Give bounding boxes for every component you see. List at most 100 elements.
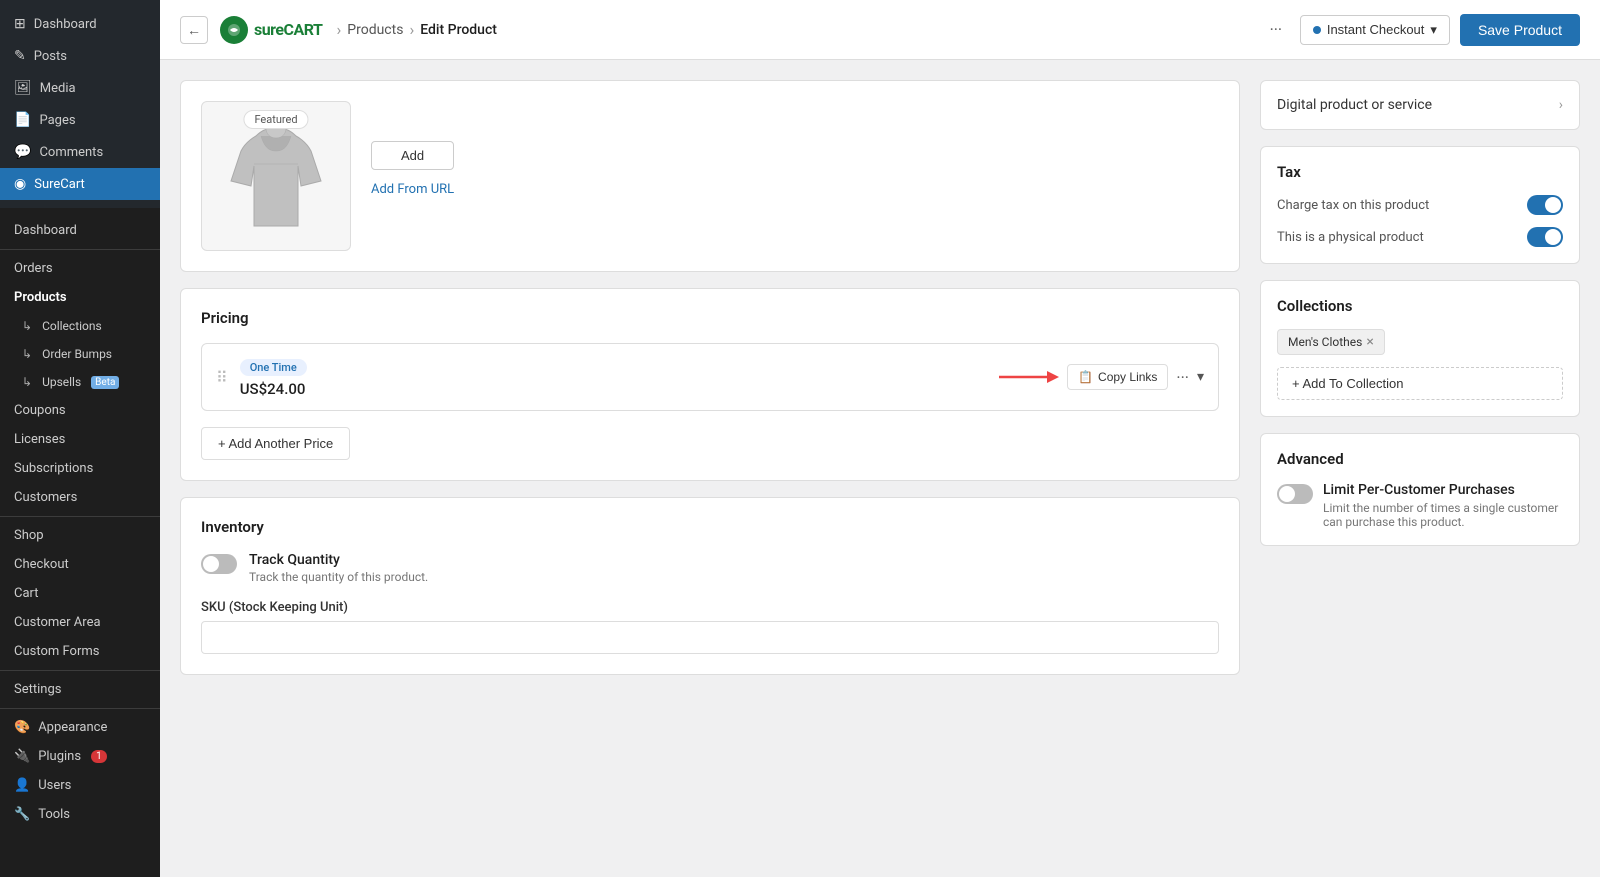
add-collection-button[interactable]: + Add To Collection [1277,367,1563,400]
sidebar-item-subscriptions[interactable]: Subscriptions [0,454,160,483]
beta-badge: Beta [91,376,119,389]
sidebar-item-surecart[interactable]: ◉ SureCart [0,168,160,200]
users-icon: 👤 [14,778,30,793]
price-expand-button[interactable]: ▾ [1197,369,1204,385]
breadcrumb-products[interactable]: Products [347,22,403,38]
sidebar-item-sc-dashboard[interactable]: Dashboard [0,216,160,245]
plugins-badge: 1 [91,750,107,763]
instant-checkout-button[interactable]: Instant Checkout ▾ [1300,15,1450,45]
sidebar-item-users[interactable]: 👤 Users [0,771,160,800]
advanced-title: Advanced [1277,450,1563,468]
limit-purchases-toggle[interactable] [1277,484,1313,504]
sku-input[interactable] [201,621,1219,654]
sidebar-item-tools[interactable]: 🔧 Tools [0,800,160,829]
sidebar-item-custom-forms[interactable]: Custom Forms [0,637,160,666]
add-image-button[interactable]: Add [371,141,454,170]
sidebar-item-orders[interactable]: Orders [0,254,160,283]
charge-tax-label: Charge tax on this product [1277,198,1429,213]
surecart-icon: ◉ [14,176,26,192]
save-product-button[interactable]: Save Product [1460,14,1580,46]
price-actions: 📋 Copy Links ··· ▾ [999,364,1204,390]
back-button[interactable]: ← [180,16,208,44]
collection-tag: Men's Clothes × [1277,329,1385,355]
arrow-indicator [999,365,1059,389]
tools-icon: 🔧 [14,807,30,822]
sidebar-item-plugins[interactable]: 🔌 Plugins 1 [0,742,160,771]
plugins-icon: 🔌 [14,749,30,764]
digital-product-card: Digital product or service › [1260,80,1580,130]
sidebar-item-upsells[interactable]: ↳ Upsells Beta [0,368,160,396]
add-price-button[interactable]: + Add Another Price [201,427,350,460]
sidebar-item-appearance[interactable]: 🎨 Appearance [0,713,160,742]
copy-links-button[interactable]: 📋 Copy Links [1067,364,1168,390]
sidebar-item-posts[interactable]: ✎ Posts [0,40,160,72]
advanced-card: Advanced Limit Per-Customer Purchases Li… [1260,433,1580,546]
inventory-card: Inventory Track Quantity Track the quant… [180,497,1240,675]
instant-checkout-dot [1313,26,1321,34]
featured-image-box: Featured [201,101,351,251]
sidebar: ⊞ Dashboard ✎ Posts 🖼 Media 📄 Pages 💬 Co… [0,0,160,877]
surecart-section: Dashboard Orders Products ↳ Collections … [0,208,160,837]
tax-title: Tax [1277,163,1563,181]
sidebar-item-licenses[interactable]: Licenses [0,425,160,454]
digital-service-label: Digital product or service [1277,97,1432,113]
sidebar-item-comments[interactable]: 💬 Comments [0,136,160,168]
copy-icon: 📋 [1078,370,1093,384]
featured-badge: Featured [243,110,308,129]
physical-product-label: This is a physical product [1277,230,1424,245]
sidebar-item-media[interactable]: 🖼 Media [0,72,160,104]
limit-purchases-desc: Limit the number of times a single custo… [1323,501,1563,529]
limit-purchases-label: Limit Per-Customer Purchases [1323,482,1563,498]
add-from-url-link[interactable]: Add From URL [371,182,454,197]
price-type-badge: One Time [240,359,307,376]
sidebar-item-cart[interactable]: Cart [0,579,160,608]
topbar-actions: ··· Instant Checkout ▾ Save Product [1262,14,1580,46]
sku-label: SKU (Stock Keeping Unit) [201,600,1219,615]
sidebar-item-coupons[interactable]: Coupons [0,396,160,425]
topbar: ← sureCART › Products › Edit Product ···… [160,0,1600,60]
drag-handle-icon[interactable]: ⠿ [216,368,228,387]
price-more-button[interactable]: ··· [1176,368,1189,387]
content-area: Featured Add Ad [160,60,1600,877]
sidebar-item-pages[interactable]: 📄 Pages [0,104,160,136]
track-quantity-desc: Track the quantity of this product. [249,570,428,584]
right-column: Digital product or service › Tax Charge … [1260,80,1580,857]
pricing-title: Pricing [201,309,1219,327]
dashboard-icon: ⊞ [14,16,26,32]
limit-purchases-row: Limit Per-Customer Purchases Limit the n… [1277,482,1563,529]
sidebar-item-shop[interactable]: Shop [0,521,160,550]
appearance-icon: 🎨 [14,720,30,735]
sidebar-item-settings[interactable]: Settings [0,675,160,704]
sidebar-item-order-bumps[interactable]: ↳ Order Bumps [0,340,160,368]
sidebar-item-checkout[interactable]: Checkout [0,550,160,579]
pricing-card: Pricing ⠿ One Time US$24.00 [180,288,1240,481]
remove-collection-button[interactable]: × [1366,334,1373,350]
collections-title: Collections [1277,297,1563,315]
logo-text: sureCART [254,20,322,39]
sidebar-top: ⊞ Dashboard ✎ Posts 🖼 Media 📄 Pages 💬 Co… [0,0,160,208]
physical-product-toggle[interactable] [1527,227,1563,247]
digital-service-row[interactable]: Digital product or service › [1277,97,1563,113]
price-info: One Time US$24.00 [240,356,987,398]
sidebar-item-customers[interactable]: Customers [0,483,160,512]
image-section: Featured Add Ad [201,101,1219,251]
tax-card: Tax Charge tax on this product This is a… [1260,146,1580,264]
main-column: Featured Add Ad [180,80,1240,857]
track-quantity-label: Track Quantity [249,552,428,568]
breadcrumb-separator-1: › [336,20,341,39]
track-quantity-row: Track Quantity Track the quantity of thi… [201,552,1219,584]
track-quantity-toggle[interactable] [201,554,237,574]
charge-tax-toggle[interactable] [1527,195,1563,215]
sidebar-item-collections[interactable]: ↳ Collections [0,312,160,340]
image-card: Featured Add Ad [180,80,1240,272]
more-options-button[interactable]: ··· [1262,16,1290,44]
main-area: ← sureCART › Products › Edit Product ···… [160,0,1600,877]
breadcrumb-edit-product: Edit Product [420,22,497,38]
media-icon: 🖼 [14,80,32,96]
price-amount: US$24.00 [240,380,987,398]
sidebar-item-products[interactable]: Products [0,283,160,312]
sidebar-item-dashboard-wp[interactable]: ⊞ Dashboard [0,8,160,40]
inventory-title: Inventory [201,518,1219,536]
sidebar-item-customer-area[interactable]: Customer Area [0,608,160,637]
breadcrumb-separator-2: › [409,20,414,39]
